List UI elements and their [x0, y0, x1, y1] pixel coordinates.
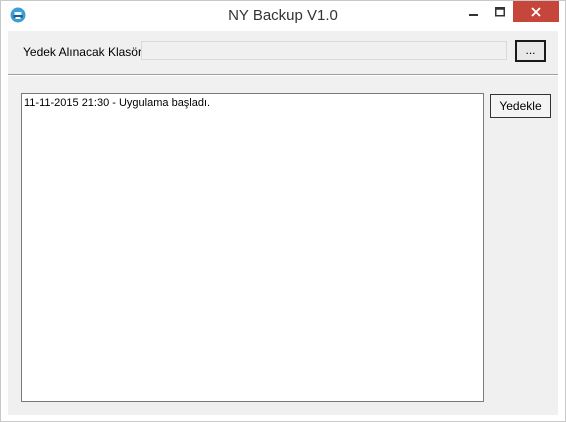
backup-button[interactable]: Yedekle: [490, 94, 551, 118]
folder-path-input[interactable]: [141, 41, 507, 60]
close-button[interactable]: [513, 1, 559, 22]
separator: [8, 74, 558, 76]
close-icon: [531, 6, 541, 17]
client-area: Yedek Alınacak Klasör ... 11-11-2015 21:…: [8, 31, 558, 415]
log-textbox[interactable]: 11-11-2015 21:30 - Uygulama başladı.: [21, 93, 484, 402]
minimize-button[interactable]: [461, 1, 487, 22]
maximize-button[interactable]: [487, 1, 513, 22]
maximize-icon: [495, 6, 505, 16]
log-line: 11-11-2015 21:30 - Uygulama başladı.: [24, 97, 211, 109]
folder-label: Yedek Alınacak Klasör: [23, 45, 142, 59]
title-bar[interactable]: NY Backup V1.0: [1, 1, 565, 31]
minimize-icon: [469, 13, 478, 16]
browse-button[interactable]: ...: [515, 40, 546, 62]
app-window: NY Backup V1.0 Yedek Alınacak Klasör ...…: [0, 0, 566, 422]
